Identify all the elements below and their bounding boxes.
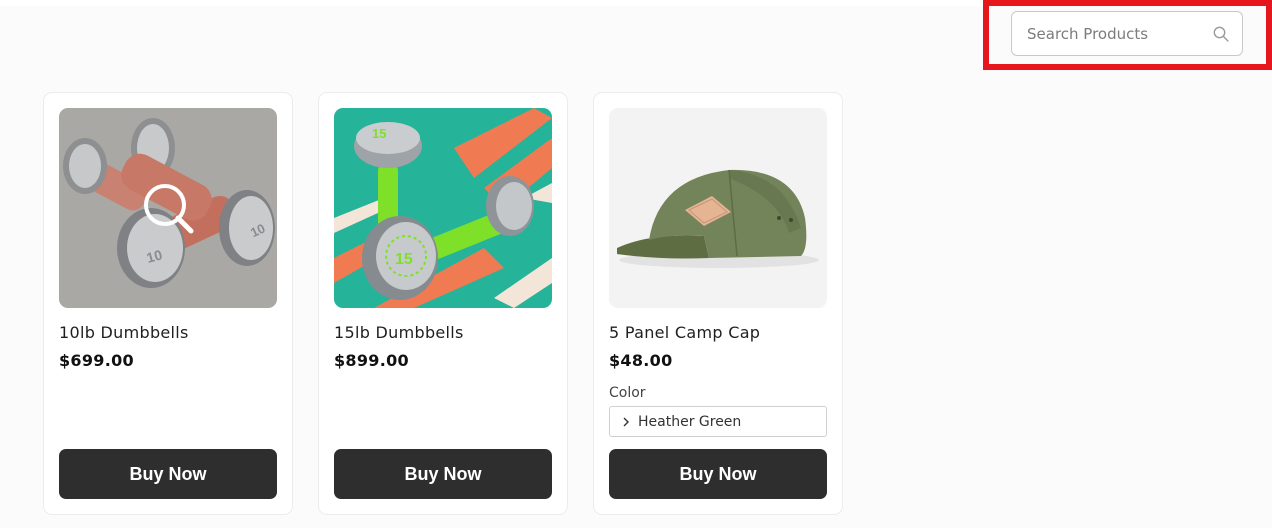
buy-now-button[interactable]: Buy Now	[59, 449, 277, 499]
product-card: 10 10 10lb Dumbbells $699.00 Buy Now	[43, 92, 293, 515]
color-option-label: Color	[609, 385, 646, 401]
dumbbells-10lb-image: 10 10	[59, 108, 277, 308]
product-image[interactable]: 15 15	[334, 108, 552, 308]
chevron-right-icon	[623, 417, 629, 426]
product-title[interactable]: 15lb Dumbbells	[334, 323, 464, 342]
search-box[interactable]	[1011, 11, 1243, 56]
product-image[interactable]: 10 10	[59, 108, 277, 308]
product-card: 5 Panel Camp Cap $48.00 Color Heather Gr…	[593, 92, 843, 515]
product-card: 15 15 15lb Dumbbells $899.00 Buy Now	[318, 92, 568, 515]
svg-text:15: 15	[395, 251, 413, 268]
camp-cap-image	[609, 108, 827, 308]
dumbbells-15lb-image: 15 15	[334, 108, 552, 308]
product-title[interactable]: 10lb Dumbbells	[59, 323, 189, 342]
product-price: $699.00	[59, 351, 134, 370]
product-price: $899.00	[334, 351, 409, 370]
search-icon[interactable]	[1212, 25, 1230, 43]
buy-now-button[interactable]: Buy Now	[334, 449, 552, 499]
product-price: $48.00	[609, 351, 673, 370]
svg-text:15: 15	[372, 126, 386, 141]
product-image[interactable]	[609, 108, 827, 308]
page: 10 10 10lb Dumbbells $699.00 Buy Now	[0, 0, 1272, 528]
color-option-value: Heather Green	[638, 413, 742, 430]
product-title[interactable]: 5 Panel Camp Cap	[609, 323, 760, 342]
color-option-select[interactable]: Heather Green	[609, 406, 827, 437]
search-input[interactable]	[1012, 24, 1202, 43]
buy-now-button[interactable]: Buy Now	[609, 449, 827, 499]
